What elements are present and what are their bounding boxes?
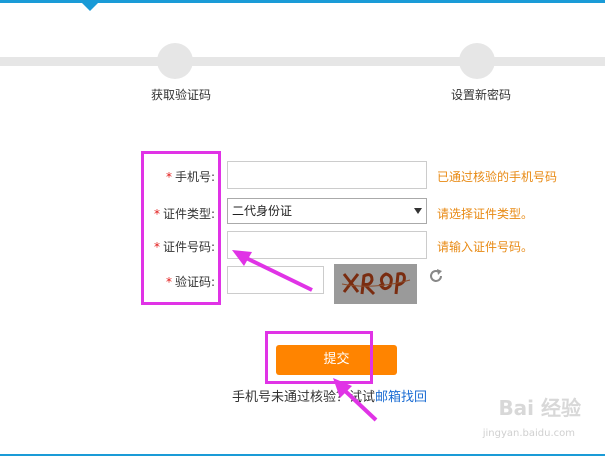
watermark-logo: Bai 经验	[498, 396, 581, 420]
chevron-down-icon	[414, 208, 422, 214]
label-highlight-box	[141, 151, 221, 305]
captcha-image[interactable]	[334, 264, 417, 304]
captcha-row: * 验证码:	[0, 264, 605, 304]
step-2-dot	[459, 43, 495, 79]
phone-input[interactable]	[227, 161, 427, 189]
id-type-select[interactable]: 二代身份证	[227, 198, 427, 224]
step-progress-track	[0, 57, 605, 66]
id-type-hint: 请选择证件类型。	[437, 207, 534, 221]
email-recovery-link[interactable]: 邮箱找回	[375, 390, 427, 405]
watermark-url: jingyan.baidu.com	[482, 428, 575, 439]
id-number-input[interactable]	[227, 231, 427, 259]
footer-text: 手机号未通过核验？试试	[232, 390, 376, 405]
step-1-dot	[157, 43, 193, 79]
phone-hint: 已通过核验的手机号码	[437, 170, 558, 184]
refresh-icon[interactable]	[428, 268, 444, 284]
captcha-input[interactable]	[227, 266, 324, 294]
footer-hint: 手机号未通过核验？试试邮箱找回	[232, 386, 427, 405]
step-1-label: 获取验证码	[151, 88, 212, 102]
captcha-glyphs	[334, 264, 417, 304]
submit-highlight-box	[265, 331, 373, 384]
step-2-label: 设置新密码	[451, 88, 512, 102]
id-type-selected-value: 二代身份证	[232, 204, 293, 218]
top-tab-pointer	[82, 3, 98, 11]
id-type-row: * 证件类型: 二代身份证 请选择证件类型。	[0, 198, 605, 228]
phone-row: * 手机号: 已通过核验的手机号码	[0, 161, 605, 191]
id-number-row: * 证件号码: 请输入证件号码。	[0, 231, 605, 261]
id-number-hint: 请输入证件号码。	[437, 240, 534, 254]
